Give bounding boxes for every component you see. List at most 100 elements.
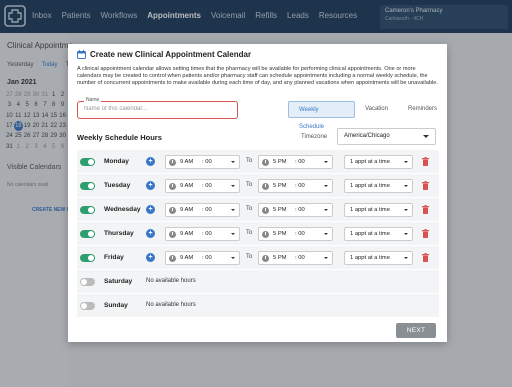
to-label: To — [246, 182, 253, 188]
concurrent-appointments-select[interactable]: 1 appt at a time — [344, 155, 413, 169]
no-hours-text: No available hours — [146, 302, 196, 308]
toggle-knob — [81, 303, 87, 309]
start-time-select[interactable]: 9 AM: 00 — [165, 251, 240, 265]
chevron-down-icon — [404, 185, 408, 187]
start-hour: 9 AM — [180, 207, 194, 213]
schedule-tabs: Weekly Schedule Vacation Reminders — [288, 101, 447, 130]
chevron-down-icon — [231, 257, 235, 259]
tab-reminders[interactable]: Reminders — [398, 101, 447, 118]
start-minute: : 00 — [202, 159, 212, 165]
schedule-row-monday: Monday +9 AM: 00 To 5 PM : 00 1 appt at a tim… — [77, 150, 439, 174]
start-time-select[interactable]: 9 AM: 00 — [165, 179, 240, 193]
clock-icon — [169, 182, 176, 190]
start-minute: : 00 — [202, 207, 212, 213]
concurrent-appointments-select[interactable]: 1 appt at a time — [344, 251, 413, 265]
day-label: Monday — [104, 158, 129, 165]
chevron-down-icon — [404, 233, 408, 235]
day-toggle[interactable] — [80, 302, 95, 310]
chevron-down-icon — [324, 209, 328, 211]
end-time-select[interactable]: 5 PM: 00 — [258, 227, 333, 241]
schedule-row-friday: Friday +9 AM: 00 To 5 PM: 00 1 appt at a tim… — [77, 246, 439, 270]
next-button[interactable]: NEXT — [396, 323, 436, 338]
toggle-knob — [88, 231, 94, 237]
weekly-schedule-heading: Weekly Schedule Hours — [77, 133, 162, 142]
start-minute: : 00 — [202, 183, 212, 189]
plus-circle-icon[interactable]: + — [146, 205, 155, 214]
concurrent-appointments-select[interactable]: 1 appt at a time — [344, 227, 413, 241]
appointments-value: 1 appt at a time — [350, 183, 390, 189]
tab-vacation[interactable]: Vacation — [355, 101, 398, 118]
day-toggle[interactable] — [80, 158, 95, 166]
trash-icon[interactable] — [422, 157, 429, 166]
clock-icon — [262, 206, 269, 214]
day-label: Friday — [104, 254, 124, 261]
clock-icon — [169, 206, 176, 214]
timezone-select[interactable]: America/Chicago — [337, 128, 436, 145]
toggle-knob — [88, 255, 94, 261]
chevron-down-icon — [231, 185, 235, 187]
to-label: To — [246, 158, 253, 164]
trash-icon[interactable] — [422, 229, 429, 238]
clock-icon — [262, 182, 269, 190]
start-time-select[interactable]: 9 AM: 00 — [165, 155, 240, 169]
appointments-value: 1 appt at a time — [350, 255, 390, 261]
end-minute: : 00 — [295, 207, 305, 213]
end-time-select[interactable]: 5 PM: 00 — [258, 203, 333, 217]
concurrent-appointments-select[interactable]: 1 appt at a time — [344, 203, 413, 217]
chevron-down-icon — [231, 209, 235, 211]
plus-circle-icon[interactable]: + — [146, 229, 155, 238]
to-label: To — [246, 206, 253, 212]
calendar-name-field: Name — [77, 97, 238, 119]
create-calendar-dialog: Create new Clinical Appointment Calendar… — [68, 44, 447, 342]
calendar-name-input[interactable] — [84, 106, 229, 112]
clock-icon — [262, 254, 269, 262]
chevron-down-icon — [404, 257, 408, 259]
end-hour: 5 PM — [273, 255, 287, 261]
toggle-knob — [81, 279, 87, 285]
trash-icon[interactable] — [422, 205, 429, 214]
calendar-icon — [77, 50, 86, 59]
clock-icon — [262, 230, 269, 238]
end-hour: 5 PM — [273, 159, 287, 165]
appointments-value: 1 appt at a time — [350, 207, 390, 213]
start-time-select[interactable]: 9 AM : 00 — [165, 203, 240, 217]
end-minute: : 00 — [295, 159, 305, 165]
chevron-down-icon — [423, 135, 429, 138]
clock-icon — [169, 158, 176, 166]
plus-circle-icon[interactable]: + — [146, 157, 155, 166]
chevron-down-icon — [231, 233, 235, 235]
start-minute: : 00 — [202, 231, 212, 237]
end-minute: : 00 — [295, 231, 305, 237]
end-hour: 5 PM — [273, 183, 287, 189]
start-time-select[interactable]: 9 AM: 00 — [165, 227, 240, 241]
trash-icon[interactable] — [422, 253, 429, 262]
end-minute: : 00 — [295, 255, 305, 261]
chevron-down-icon — [231, 161, 235, 163]
concurrent-appointments-select[interactable]: 1 appt at a time — [344, 179, 413, 193]
tab-weekly-schedule[interactable]: Weekly Schedule — [288, 101, 356, 130]
schedule-row-tuesday: Tuesday +9 AM: 00 To 5 PM: 00 1 appt at a ti… — [77, 174, 439, 198]
toggle-knob — [88, 183, 94, 189]
weekly-schedule-rows: Monday +9 AM : 00 To 5 PM : 00 1 appt at a tim… — [77, 150, 439, 318]
clock-icon — [169, 254, 176, 262]
end-minute: : 00 — [295, 183, 305, 189]
plus-circle-icon[interactable]: + — [146, 181, 155, 190]
day-toggle[interactable] — [80, 254, 95, 262]
schedule-row-sunday: Sunday No available hours — [77, 294, 439, 318]
appointments-value: 1 appt at a time — [350, 159, 390, 165]
trash-icon[interactable] — [422, 181, 429, 190]
end-time-select[interactable]: 5 PM : 00 — [258, 155, 333, 169]
day-toggle[interactable] — [80, 206, 95, 214]
day-toggle[interactable] — [80, 182, 95, 190]
plus-circle-icon[interactable]: + — [146, 253, 155, 262]
day-label: Saturday — [104, 278, 133, 285]
clock-icon — [169, 230, 176, 238]
end-time-select[interactable]: 5 PM : 00 — [258, 179, 333, 193]
end-time-select[interactable]: 5 PM : 00 — [258, 251, 333, 265]
chevron-down-icon — [324, 257, 328, 259]
toggle-knob — [88, 159, 94, 165]
day-toggle[interactable] — [80, 278, 95, 286]
day-toggle[interactable] — [80, 230, 95, 238]
to-label: To — [246, 230, 253, 236]
clock-icon — [262, 158, 269, 166]
